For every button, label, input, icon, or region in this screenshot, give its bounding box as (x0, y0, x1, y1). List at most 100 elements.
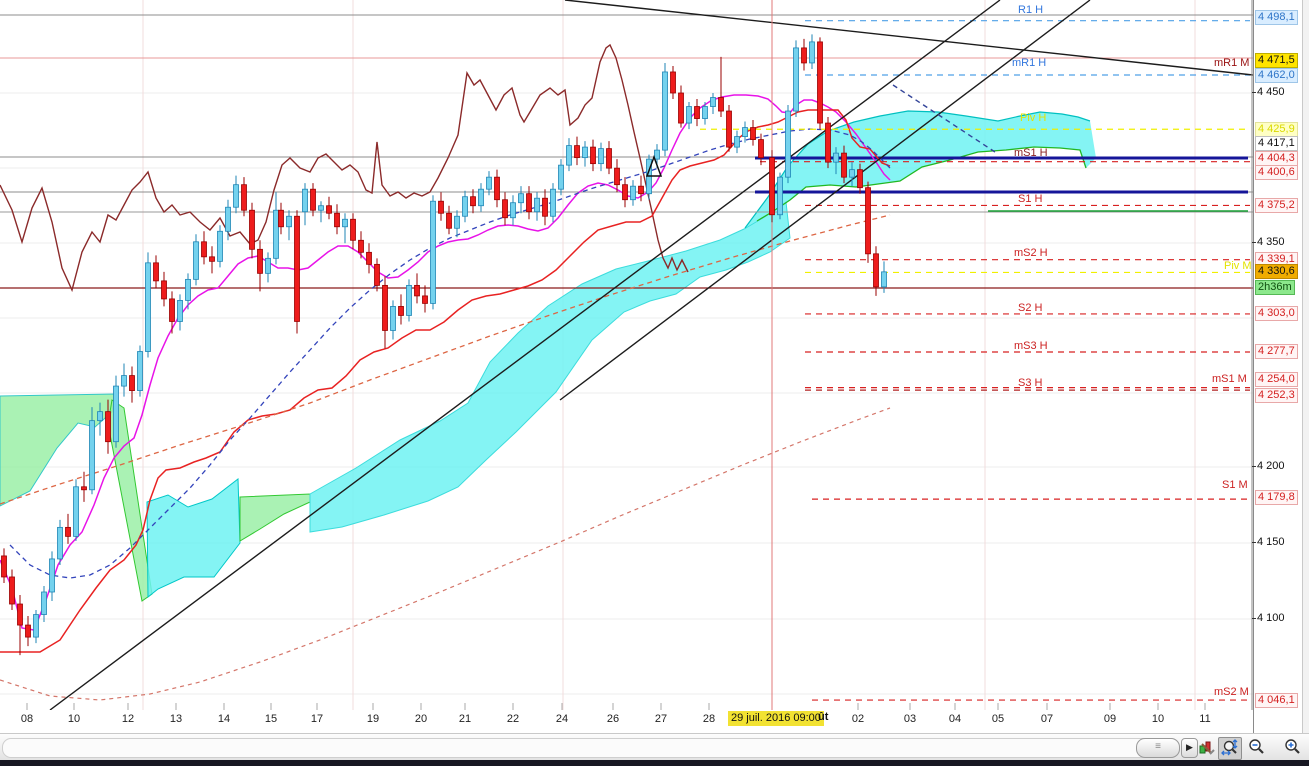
candlestick (342, 218, 348, 228)
candlestick (550, 188, 556, 217)
candlestick (841, 152, 847, 178)
candlestick (526, 193, 532, 213)
candlestick (318, 205, 324, 211)
candlestick (137, 351, 143, 391)
pivot-label: mS1 H (1014, 147, 1048, 159)
candlestick (278, 209, 284, 228)
zoom-in-icon[interactable] (1281, 737, 1303, 758)
time-axis-label: 21 (458, 713, 472, 725)
candlestick (694, 106, 700, 119)
candlestick (785, 110, 791, 178)
zoom-out-icon[interactable] (1245, 737, 1267, 758)
price-level-label: 2h36m (1255, 280, 1295, 295)
candlestick (33, 614, 39, 638)
time-axis-label: 27 (654, 713, 668, 725)
candlestick (153, 262, 159, 282)
candlestick (865, 187, 871, 255)
candlestick (638, 185, 644, 195)
pivot-label: mR1 M (1214, 57, 1249, 69)
candlestick (414, 284, 420, 297)
time-axis-label: 19 (366, 713, 380, 725)
pivot-label: Piv M (1224, 260, 1252, 272)
time-axis-label: 15 (264, 713, 278, 725)
candlestick (793, 47, 799, 112)
trendline (564, 0, 1253, 76)
candlestick (873, 253, 879, 288)
chart-settings-icon[interactable] (1196, 737, 1218, 758)
price-axis-tick: 4 200 (1252, 460, 1285, 472)
candlestick (89, 420, 95, 491)
pivot-label: S1 H (1018, 193, 1043, 205)
candlestick (558, 164, 564, 190)
horizontal-scrollbar-track[interactable] (2, 738, 1180, 758)
horizontal-scrollbar-thumb[interactable]: ≡ (1136, 738, 1180, 758)
candlestick (390, 306, 396, 331)
time-axis-label: 12 (121, 713, 135, 725)
price-axis[interactable]: 4 4504 3504 2004 1504 1004 462,64 498,14… (1252, 0, 1302, 733)
pivot-label: R1 H (1018, 4, 1043, 16)
pivot-label: mS3 H (1014, 340, 1048, 352)
window-bottom-bar (0, 760, 1309, 766)
candlestick (478, 188, 484, 207)
trendline (559, 0, 1091, 401)
zoom-both-axes-icon[interactable] (1218, 737, 1242, 760)
candlestick (334, 212, 340, 228)
price-level-label: 4 303,0 (1255, 306, 1298, 321)
trendline (49, 0, 1001, 710)
time-axis-label: 13 (169, 713, 183, 725)
candlestick (446, 212, 452, 229)
candlestick (777, 176, 783, 216)
candlestick (590, 146, 596, 165)
candlestick (73, 486, 79, 537)
pivot-label: Piv H (1020, 112, 1046, 124)
time-axis-label: 10 (1151, 713, 1165, 725)
candlestick (129, 375, 135, 391)
time-axis[interactable]: 29 juil. 2016 09:00 ût 08 10 12 13 14 15 17 19 2… (0, 710, 1253, 733)
candlestick (486, 176, 492, 190)
time-axis-label: 07 (1040, 713, 1054, 725)
window-right-edge (1302, 0, 1309, 733)
price-level-label: 4 462,0 (1255, 68, 1298, 83)
time-axis-label: 02 (851, 713, 865, 725)
candlestick (881, 271, 887, 288)
candlestick (265, 257, 271, 274)
candlestick (358, 239, 364, 253)
candlestick (494, 176, 500, 201)
month-label-suffix: ût (818, 711, 829, 723)
candlestick (41, 591, 47, 615)
candlestick (257, 248, 263, 274)
ichimoku-cloud (309, 201, 791, 533)
time-axis-label: 09 (1103, 713, 1117, 725)
candlestick (302, 188, 308, 213)
candlestick (582, 146, 588, 159)
ichimoku-cloud (239, 493, 311, 542)
candlestick (470, 196, 476, 207)
candlestick (310, 188, 316, 211)
chart-window: R1 H mR1 H Piv H mS1 H S1 H mS2 H Piv M S2 H mS3… (0, 0, 1309, 766)
price-level-label: 4 375,2 (1255, 198, 1298, 213)
candlestick (121, 375, 127, 387)
candlestick (169, 298, 175, 322)
pivot-label: mS2 M (1214, 686, 1249, 698)
pivot-label: mS2 H (1014, 247, 1048, 259)
candlestick (454, 215, 460, 229)
candlestick (209, 256, 215, 262)
pivot-label: mR1 H (1012, 57, 1046, 69)
bottom-toolbar: ≡ ▶ (0, 733, 1309, 761)
time-axis-label: 08 (20, 713, 34, 725)
price-level-label: 4 417,1 (1255, 136, 1298, 151)
chart-canvas[interactable]: R1 H mR1 H Piv H mS1 H S1 H mS2 H Piv M S2 H mS3… (0, 0, 1253, 710)
time-axis-label: 03 (903, 713, 917, 725)
time-axis-label: 10 (67, 713, 81, 725)
candlestick (534, 197, 540, 213)
candlestick (438, 200, 444, 214)
candlestick (185, 278, 191, 301)
price-chart[interactable]: R1 H mR1 H Piv H mS1 H S1 H mS2 H Piv M S2 H mS3… (0, 0, 1253, 710)
candlestick (97, 411, 103, 422)
price-level-label: 4 404,3 (1255, 151, 1298, 166)
candlestick (57, 526, 63, 560)
candlestick (398, 306, 404, 316)
candlestick (726, 110, 732, 148)
time-axis-label: 11 (1199, 713, 1211, 725)
candlestick (510, 202, 516, 219)
